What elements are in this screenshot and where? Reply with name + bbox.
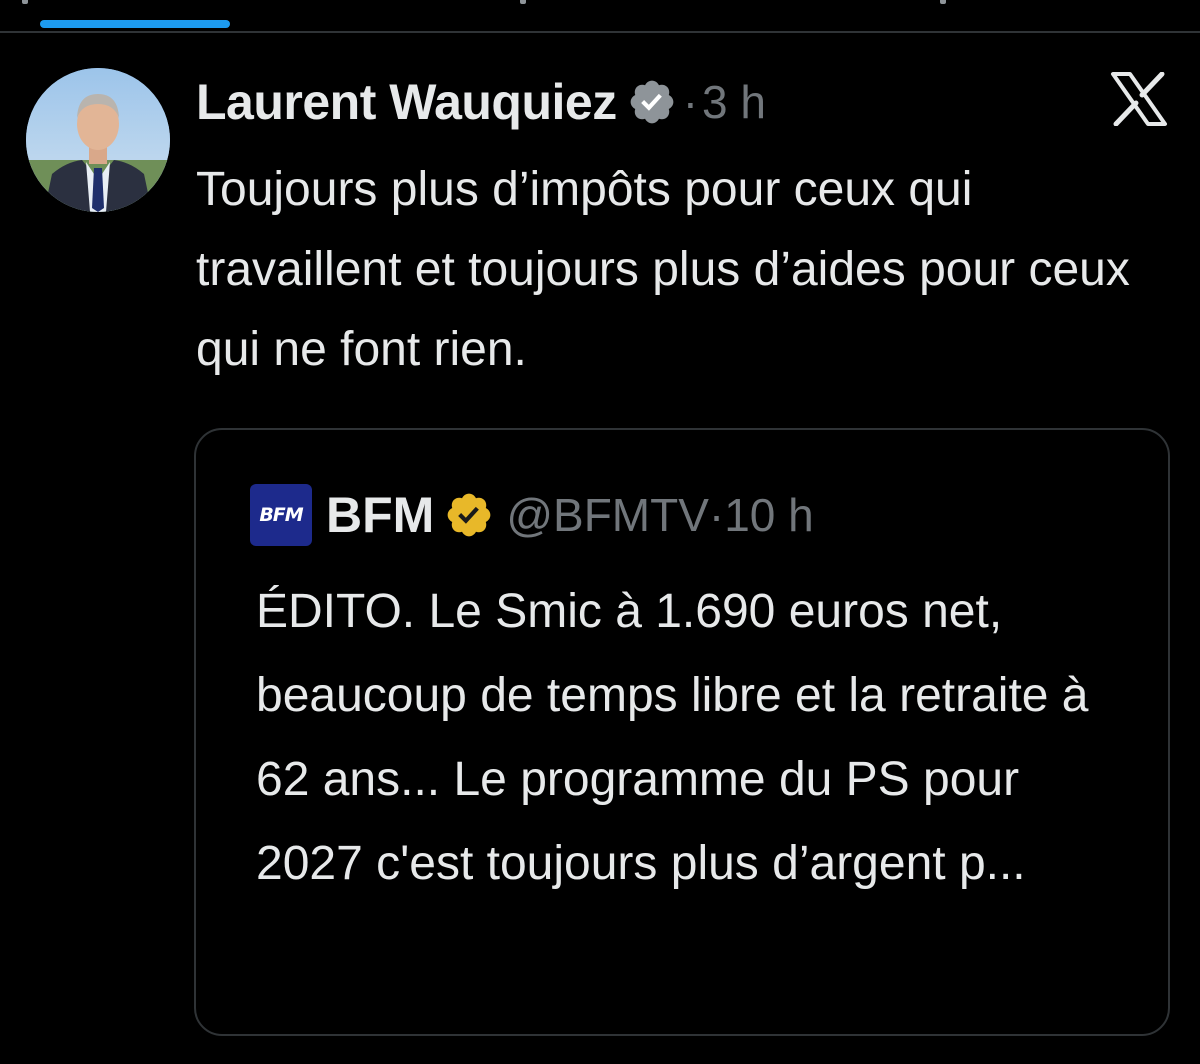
quoted-tweet-header: BFM BFM @BFMTV·10 h [250,482,814,548]
tweet-timestamp[interactable]: 3 h [702,75,766,129]
quoted-tweet-card[interactable]: BFM BFM @BFMTV·10 h ÉDITO. Le Smic à 1.6… [194,428,1170,1036]
verified-badge-icon [627,77,677,127]
tweet-text: Toujours plus d’impôts pour ceux qui tra… [196,163,1130,376]
avatar[interactable] [26,68,170,212]
tweet-header: Laurent Wauquiez · 3 h [196,66,766,138]
top-tab-mark-right [940,0,946,4]
bfm-logo[interactable]: BFM [250,484,312,546]
avatar-photo-icon [26,68,170,212]
x-logo-icon [1110,71,1168,127]
quoted-handle-time: @BFMTV·10 h [506,489,814,541]
active-tab-indicator[interactable] [40,20,230,28]
top-tab-mark-left [22,0,28,4]
meta-separator: · [682,76,699,128]
gold-verified-badge-icon [444,490,494,540]
top-divider [0,31,1200,33]
quoted-tweet-text: ÉDITO. Le Smic à 1.690 euros net, beauco… [256,585,1089,890]
quoted-author-name[interactable]: BFM [326,486,434,544]
top-tab-mark-middle [520,0,526,4]
author-name[interactable]: Laurent Wauquiez [196,73,617,131]
